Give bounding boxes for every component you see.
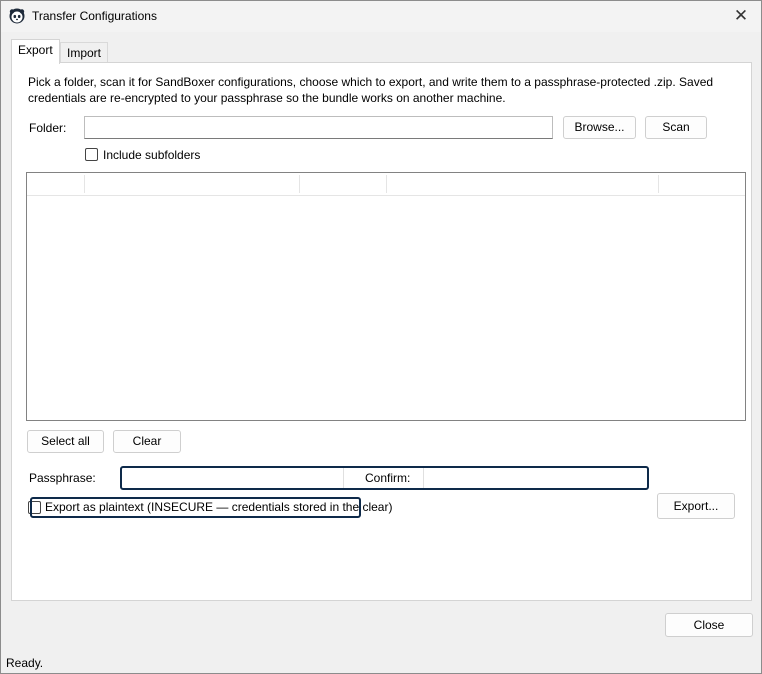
folder-label: Folder: <box>29 121 67 135</box>
list-column-header[interactable] <box>387 175 659 193</box>
tab-import[interactable]: Import <box>60 42 109 63</box>
status-bar: Ready. <box>1 652 761 673</box>
include-subfolders-checkbox[interactable] <box>85 148 98 161</box>
window-close-icon[interactable]: ✕ <box>729 5 753 27</box>
export-description: Pick a folder, scan it for SandBoxer con… <box>28 75 714 105</box>
clear-button[interactable]: Clear <box>113 430 181 453</box>
configurations-list[interactable] <box>26 172 746 421</box>
list-column-header[interactable] <box>300 175 387 193</box>
scan-button[interactable]: Scan <box>645 116 707 139</box>
list-column-header[interactable] <box>85 175 300 193</box>
passphrase-highlight-box <box>120 466 649 490</box>
list-header <box>27 173 745 196</box>
export-button[interactable]: Export... <box>657 493 735 519</box>
browse-button[interactable]: Browse... <box>563 116 636 139</box>
tab-export[interactable]: Export <box>11 39 60 64</box>
transfer-configurations-window: Transfer Configurations ✕ Export Import … <box>0 0 762 674</box>
list-column-header[interactable] <box>27 175 85 193</box>
window-title: Transfer Configurations <box>32 9 157 23</box>
app-panda-icon <box>9 8 25 24</box>
title-bar: Transfer Configurations ✕ <box>1 1 761 32</box>
list-column-header[interactable] <box>659 175 744 193</box>
close-button[interactable]: Close <box>665 613 753 637</box>
passphrase-label: Passphrase: <box>29 471 96 485</box>
include-subfolders-label: Include subfolders <box>103 148 201 162</box>
status-text: Ready. <box>6 656 44 670</box>
select-all-button[interactable]: Select all <box>27 430 104 453</box>
plaintext-highlight-box <box>30 497 361 518</box>
folder-input[interactable] <box>84 116 553 139</box>
